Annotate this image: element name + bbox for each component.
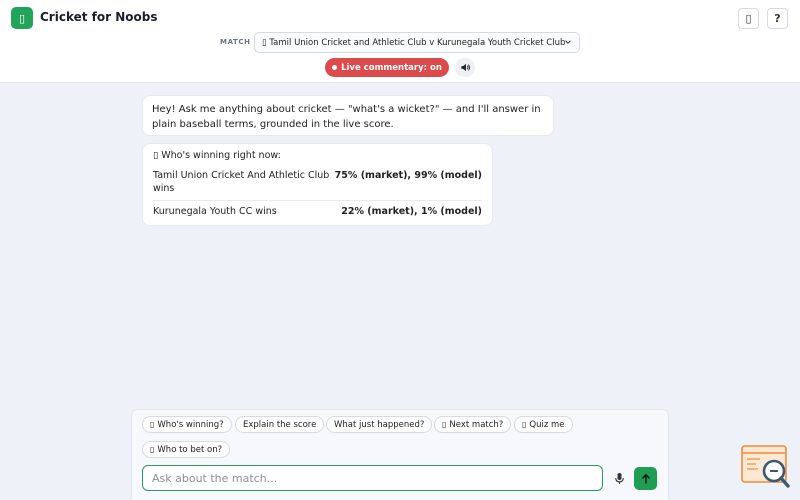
send-button[interactable] bbox=[634, 467, 657, 490]
speaker-icon bbox=[460, 63, 470, 72]
app-header: ▯ Cricket for Noobs ▯ ? MATCH ▯ Tamil Un… bbox=[0, 0, 800, 83]
odds-value: 75% (market), 99% (model) bbox=[334, 170, 482, 181]
chevron-down-icon bbox=[565, 40, 571, 44]
chip-explain-score[interactable]: Explain the score bbox=[235, 416, 325, 433]
message-input-wrapper bbox=[142, 465, 603, 491]
chip-next-match[interactable]: ▯ Next match? bbox=[434, 416, 512, 433]
intro-text: Hey! Ask me anything about cricket — "wh… bbox=[152, 104, 541, 130]
quiz-icon: ▯ bbox=[522, 420, 527, 429]
help-button[interactable]: ? bbox=[767, 8, 788, 29]
odds-value: 22% (market), 1% (model) bbox=[341, 206, 482, 217]
message-input[interactable] bbox=[143, 466, 602, 490]
win-probability-heading: ▯ Who's winning right now: bbox=[153, 150, 281, 161]
chip-whos-winning[interactable]: ▯ Who's winning? bbox=[142, 416, 232, 433]
trophy-icon: ▯ bbox=[150, 420, 155, 429]
chip-label: Quiz me bbox=[529, 419, 565, 430]
odds-team: Kurunegala Youth CC wins bbox=[153, 206, 277, 217]
live-commentary-toggle[interactable]: Live commentary: on bbox=[325, 58, 449, 77]
search-widget-icon[interactable] bbox=[740, 444, 792, 490]
match-select[interactable]: ▯ Tamil Union Cricket and Athletic Club … bbox=[254, 32, 580, 53]
microphone-button[interactable] bbox=[609, 468, 629, 488]
chip-quiz-me[interactable]: ▯ Quiz me bbox=[514, 416, 573, 433]
app-title: Cricket for Noobs bbox=[40, 10, 158, 24]
microphone-icon bbox=[614, 472, 624, 484]
chip-label: Who's winning? bbox=[157, 419, 224, 430]
match-label: MATCH bbox=[220, 38, 251, 46]
theme-toggle-button[interactable]: ▯ bbox=[738, 8, 759, 29]
live-commentary-label: Live commentary: on bbox=[341, 62, 442, 73]
odds-row: Kurunegala Youth CC wins 22% (market), 1… bbox=[153, 200, 482, 221]
match-select-value: ▯ Tamil Union Cricket and Athletic Club … bbox=[262, 37, 566, 48]
cricket-logo-icon: ▯ bbox=[11, 7, 33, 29]
calendar-icon: ▯ bbox=[442, 420, 447, 429]
assistant-intro-message: Hey! Ask me anything about cricket — "wh… bbox=[142, 95, 554, 136]
money-icon: ▯ bbox=[150, 445, 155, 454]
sound-button[interactable] bbox=[455, 58, 475, 77]
chip-label: Next match? bbox=[449, 419, 504, 430]
win-probability-card: ▯ Who's winning right now: Tamil Union C… bbox=[142, 143, 493, 226]
chip-what-happened[interactable]: What just happened? bbox=[326, 416, 433, 433]
chip-who-to-bet[interactable]: ▯ Who to bet on? bbox=[142, 441, 231, 458]
odds-row: Tamil Union Cricket And Athletic Club wi… bbox=[153, 166, 482, 198]
chip-label: What just happened? bbox=[334, 419, 425, 430]
arrow-up-icon bbox=[641, 474, 650, 484]
live-dot-icon bbox=[332, 65, 338, 70]
odds-team: Tamil Union Cricket And Athletic Club wi… bbox=[153, 170, 330, 194]
chip-label: Who to bet on? bbox=[157, 444, 223, 455]
chip-label: Explain the score bbox=[243, 419, 317, 430]
